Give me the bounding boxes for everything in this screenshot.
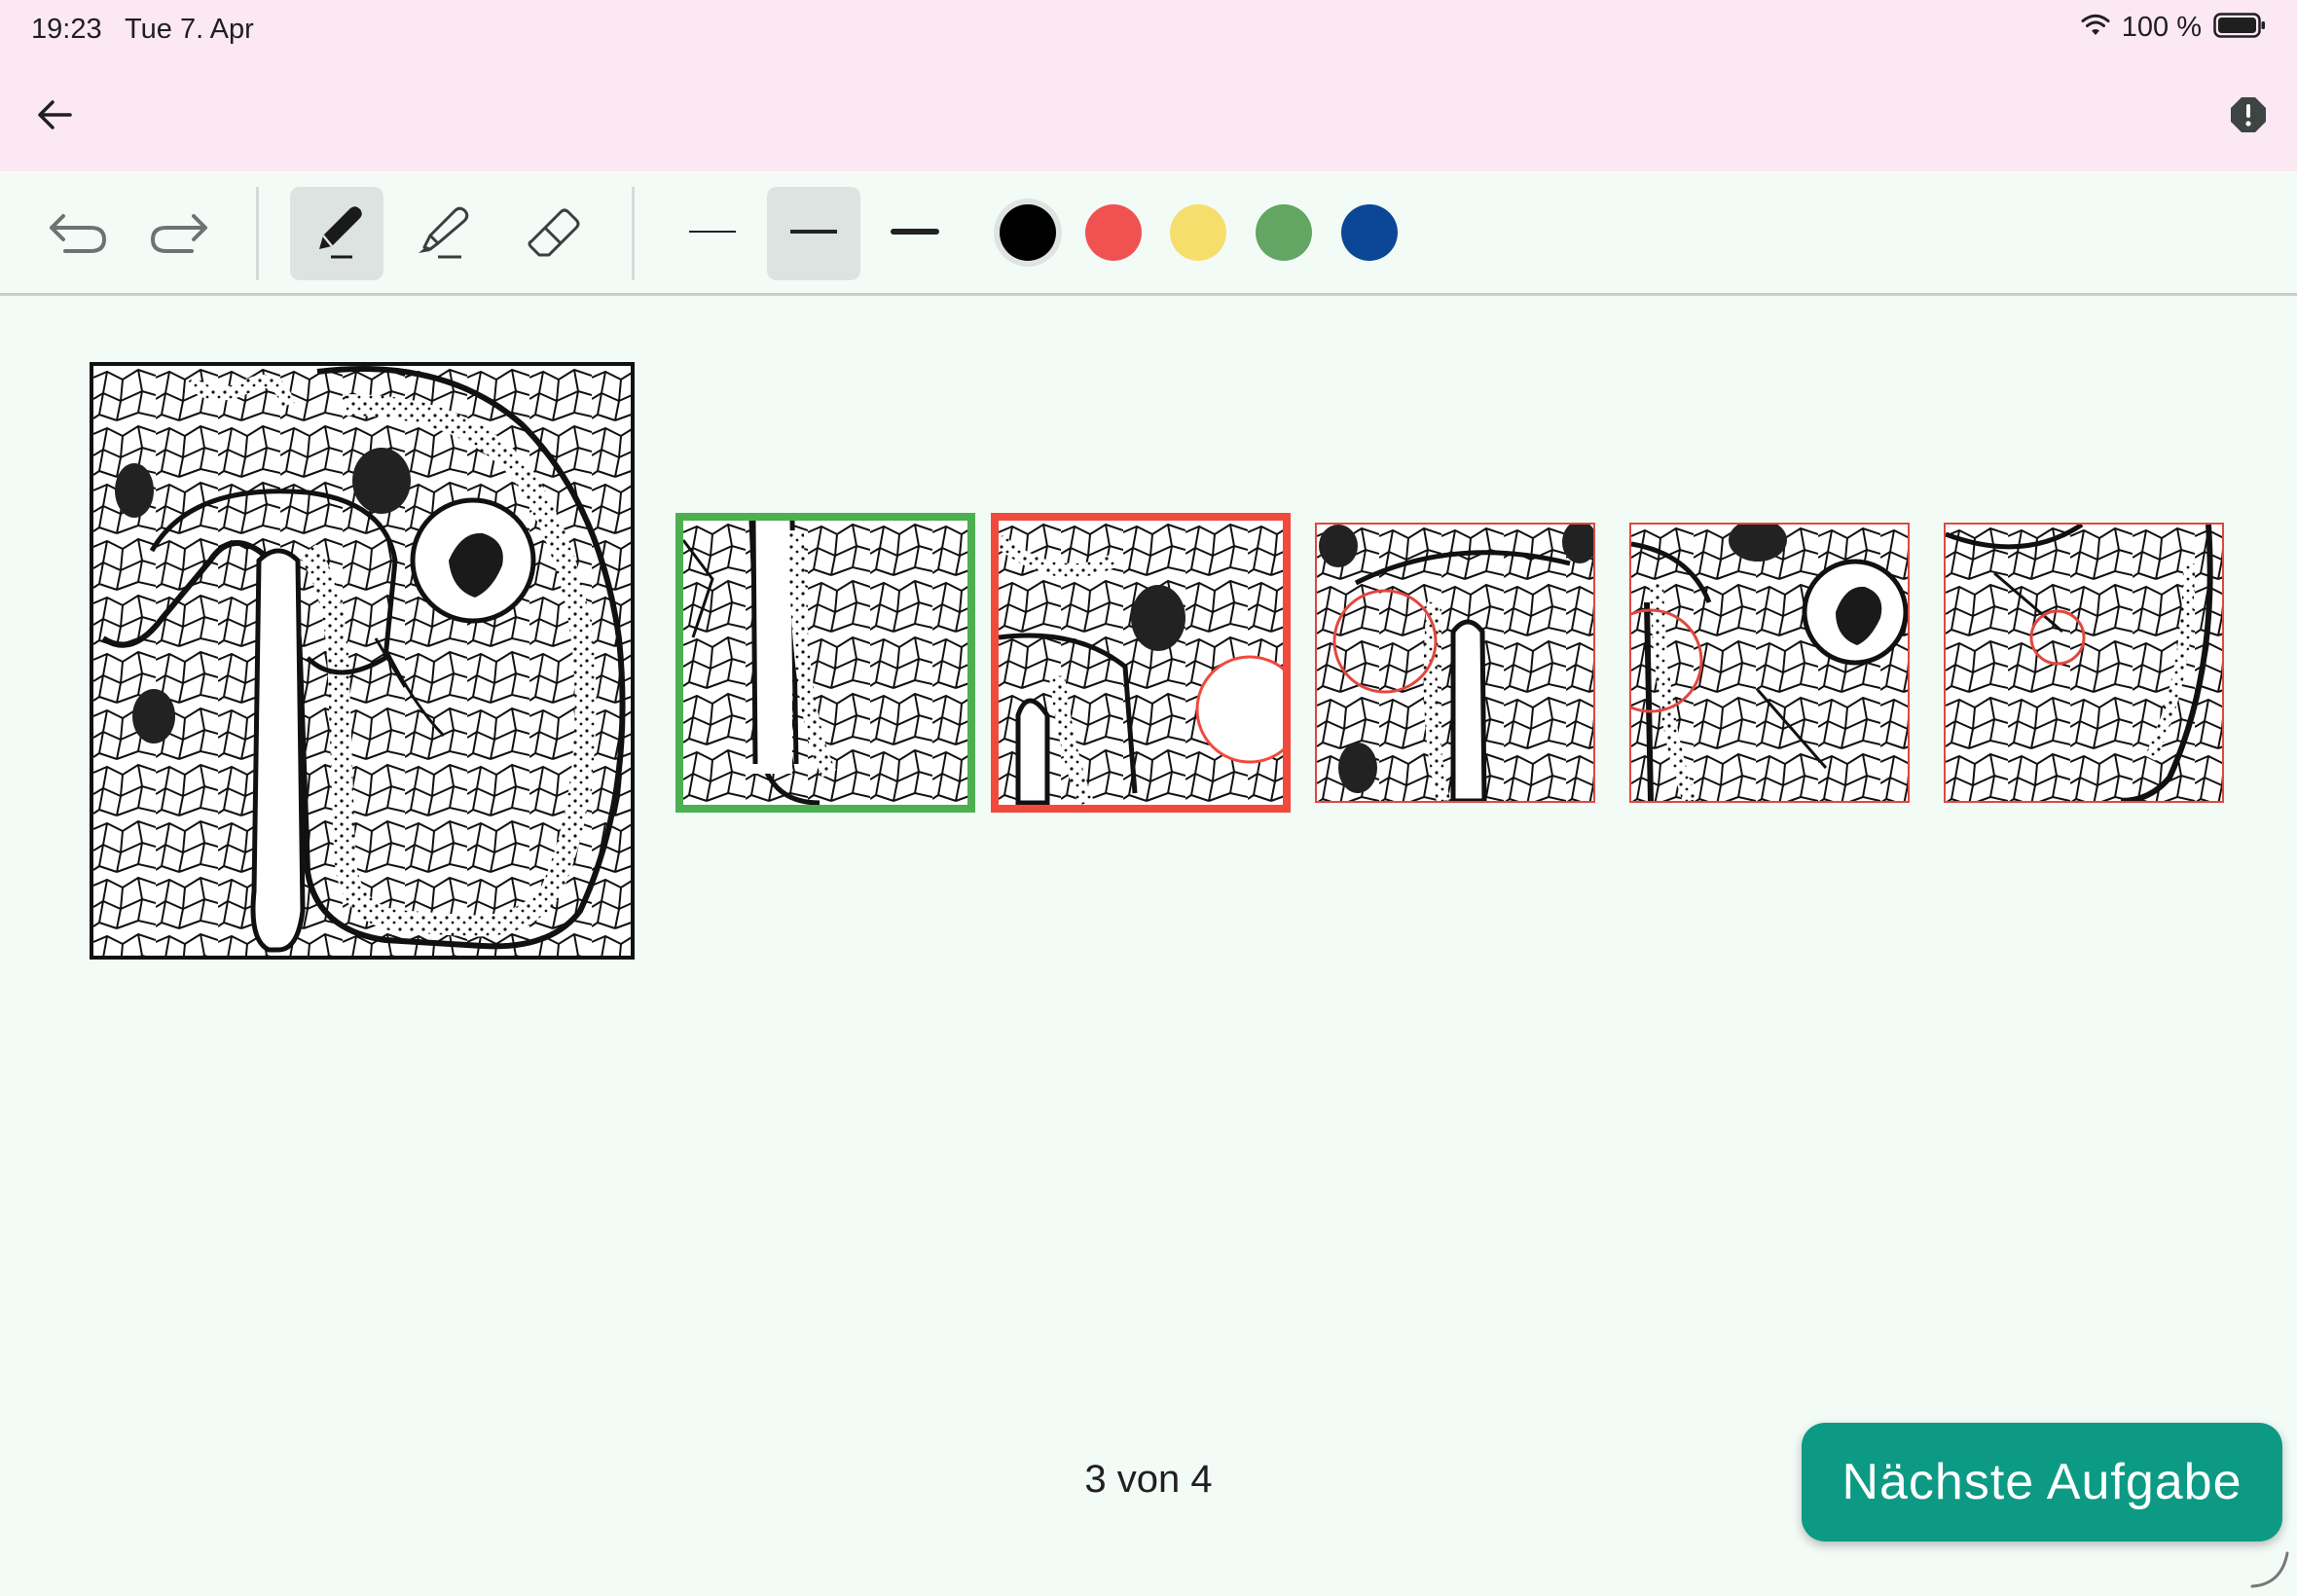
arrow-left-icon	[35, 95, 74, 139]
page-indicator: 3 von 4	[1084, 1458, 1213, 1501]
stroke-thick-button[interactable]	[868, 187, 962, 280]
stroke-thin-icon	[683, 222, 742, 246]
answer-option-1[interactable]	[675, 513, 975, 813]
next-task-button[interactable]: Nächste Aufgabe	[1802, 1423, 2282, 1542]
eraser-icon	[518, 197, 588, 272]
stroke-medium-icon	[784, 222, 843, 246]
undo-icon	[44, 202, 112, 266]
color-swatch-blue[interactable]	[1341, 204, 1398, 261]
pen-icon	[302, 197, 372, 272]
reference-image	[90, 362, 635, 960]
highlighter-tool-button[interactable]	[397, 187, 491, 280]
toolbar-divider	[256, 187, 259, 280]
status-date: Tue 7. Apr	[125, 14, 254, 45]
color-swatch-yellow[interactable]	[1170, 204, 1226, 261]
undo-button[interactable]	[31, 187, 125, 280]
app-bar	[0, 60, 2297, 171]
color-swatch-red[interactable]	[1085, 204, 1142, 261]
answer-option-3[interactable]	[1315, 523, 1595, 803]
color-swatch-black[interactable]	[1000, 204, 1056, 261]
answer-option-4[interactable]	[1629, 523, 1910, 803]
redo-icon	[145, 202, 213, 266]
answer-option-2[interactable]	[991, 513, 1291, 813]
redo-button[interactable]	[132, 187, 226, 280]
resize-handle-icon	[2244, 1543, 2293, 1592]
toolbar-divider	[632, 187, 635, 280]
status-time: 19:23	[31, 14, 102, 45]
wifi-icon	[2081, 14, 2110, 42]
status-bar: 19:23 Tue 7. Apr 100 %	[0, 0, 2297, 60]
battery-percentage: 100 %	[2121, 12, 2202, 43]
back-button[interactable]	[29, 91, 80, 142]
highlighter-icon	[409, 197, 479, 272]
alert-octagon-icon	[2229, 95, 2268, 139]
battery-icon	[2213, 13, 2266, 43]
stroke-thin-button[interactable]	[666, 187, 759, 280]
eraser-tool-button[interactable]	[506, 187, 600, 280]
stroke-thick-icon	[886, 222, 944, 246]
answer-option-5[interactable]	[1944, 523, 2224, 803]
stroke-medium-button[interactable]	[767, 187, 860, 280]
report-problem-button[interactable]	[2227, 95, 2270, 138]
color-swatch-green[interactable]	[1256, 204, 1312, 261]
drawing-toolbar	[0, 171, 2297, 296]
pen-tool-button[interactable]	[290, 187, 383, 280]
status-indicators: 100 %	[2081, 12, 2266, 44]
